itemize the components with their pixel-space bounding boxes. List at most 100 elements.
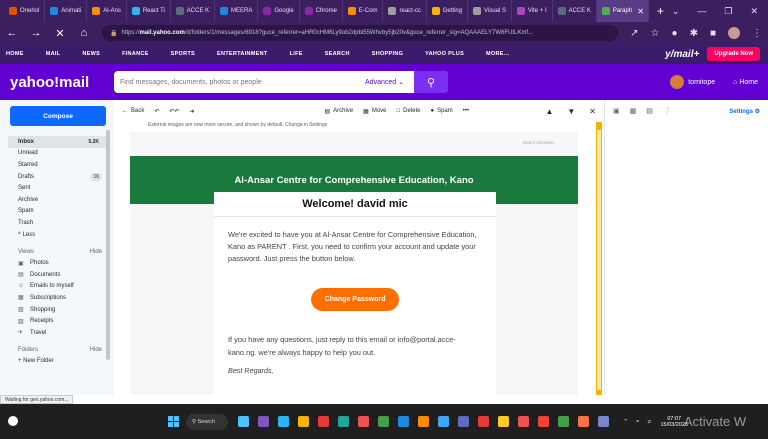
home-icon[interactable]: ⌂ xyxy=(78,27,90,39)
taskbar-search[interactable]: ⚲ Search xyxy=(186,413,228,430)
sidebar-view[interactable]: ▨ Receipts xyxy=(8,315,106,327)
minimize-button[interactable]: — xyxy=(697,6,706,16)
move-button[interactable]: ▦ Move xyxy=(363,108,386,115)
sidebar-view[interactable]: ☺ Emails to myself xyxy=(8,281,106,293)
browser-tab[interactable]: Google xyxy=(258,0,300,22)
yahoo-nav-item[interactable]: ENTERTAINMENT xyxy=(217,51,268,57)
yahoo-nav-item[interactable]: HOME xyxy=(6,51,24,57)
taskbar-app-icon[interactable] xyxy=(478,416,489,427)
taskbar-app-icon[interactable] xyxy=(318,416,329,427)
home-link[interactable]: ⌂ Home xyxy=(733,79,758,86)
browser-tab[interactable]: Vite + I xyxy=(512,0,553,22)
yahoo-nav-item[interactable]: MAIL xyxy=(46,51,61,57)
browser-tab[interactable]: React Ti xyxy=(127,0,171,22)
views-hide-link[interactable]: Hide xyxy=(90,249,102,255)
sidebar-folder[interactable]: Sent xyxy=(8,182,106,194)
tab-close-icon[interactable]: ✕ xyxy=(637,7,644,16)
yahoo-mail-plus-logo[interactable]: y/mail+ xyxy=(665,49,699,60)
weather-widget-icon[interactable] xyxy=(8,416,18,426)
back-button[interactable]: ← Back xyxy=(122,108,144,114)
restore-button[interactable]: ❐ xyxy=(724,6,732,17)
browser-tab[interactable]: Getting xyxy=(427,0,469,22)
taskbar-app-icon[interactable] xyxy=(578,416,589,427)
settings-button[interactable]: Settings ⚙ xyxy=(729,108,760,115)
extension-icon[interactable]: ● xyxy=(672,28,678,39)
browser-tab[interactable]: Chrome xyxy=(300,0,343,22)
yahoo-nav-item[interactable]: MORE... xyxy=(486,51,509,57)
taskbar-app-icon[interactable] xyxy=(458,416,469,427)
puzzle-icon[interactable]: ✱ xyxy=(690,28,698,39)
sidebar-view[interactable]: ▧ Shopping xyxy=(8,304,106,316)
sidebar-view[interactable]: ✈ Travel xyxy=(8,327,106,339)
scrollbar-thumb[interactable] xyxy=(597,130,601,390)
contacts-icon[interactable]: ▣ xyxy=(613,107,620,115)
previous-message-icon[interactable]: ▲ xyxy=(545,107,553,116)
taskbar-app-icon[interactable] xyxy=(378,416,389,427)
view-in-browser-link[interactable]: View in browser xyxy=(522,140,554,145)
profile-avatar[interactable] xyxy=(728,27,740,39)
browser-tab[interactable]: Onehol xyxy=(4,0,46,22)
help-icon[interactable]: ❔ xyxy=(663,107,672,115)
yahoo-nav-item[interactable]: SPORTS xyxy=(171,51,195,57)
taskbar-app-icon[interactable] xyxy=(598,416,609,427)
sidebar-view[interactable]: ▦ Subscriptions xyxy=(8,292,106,304)
yahoo-nav-item[interactable]: SEARCH xyxy=(325,51,350,57)
taskbar-app-icon[interactable] xyxy=(438,416,449,427)
taskbar-app-icon[interactable] xyxy=(538,416,549,427)
wifi-icon[interactable]: ≈ xyxy=(636,419,639,425)
sidebar-folder[interactable]: Unread xyxy=(8,148,106,160)
sidebar-folder[interactable]: Drafts 16 xyxy=(8,171,106,183)
forward-icon[interactable]: ➜ xyxy=(189,108,194,115)
sidebar-folder[interactable]: Inbox 5.2K xyxy=(8,136,106,148)
new-folder-link[interactable]: + New Folder xyxy=(8,356,106,368)
sidebar-folder[interactable]: Archive xyxy=(8,194,106,206)
menu-kebab-icon[interactable]: ⋮ xyxy=(752,28,762,39)
reply-all-icon[interactable]: ↶↶ xyxy=(169,108,179,115)
url-input[interactable]: 🔒 https://mail.yahoo.com/d/folders/1/mes… xyxy=(102,25,619,41)
taskbar-app-icon[interactable] xyxy=(278,416,289,427)
notepad-icon[interactable]: ▤ xyxy=(646,107,653,115)
sidebar-folder[interactable]: Spam xyxy=(8,206,106,218)
sidebar-view[interactable]: ▤ Documents xyxy=(8,269,106,281)
user-menu[interactable]: tomitope xyxy=(670,75,715,89)
taskbar-app-icon[interactable] xyxy=(518,416,529,427)
advanced-search-toggle[interactable]: Advanced ⌄ xyxy=(365,78,404,86)
compose-button[interactable]: Compose xyxy=(10,106,106,126)
sidebar-scrollbar[interactable] xyxy=(106,130,110,360)
taskbar-app-icon[interactable] xyxy=(418,416,429,427)
star-icon[interactable]: ☆ xyxy=(651,28,660,39)
browser-tab[interactable]: Al-Ans xyxy=(87,0,127,22)
yahoo-nav-item[interactable]: NEWS xyxy=(82,51,100,57)
sidebar-folder[interactable]: Starred xyxy=(8,159,106,171)
back-arrow-icon[interactable]: ← xyxy=(6,27,18,39)
taskbar-app-icon[interactable] xyxy=(398,416,409,427)
sidebar-icon[interactable]: ■ xyxy=(710,28,716,39)
forward-arrow-icon[interactable]: → xyxy=(30,27,42,39)
yahoo-nav-item[interactable]: SHOPPING xyxy=(372,51,403,57)
share-icon[interactable]: ↗ xyxy=(630,28,638,39)
archive-button[interactable]: ▤ Archive xyxy=(324,108,353,115)
browser-tab[interactable]: ACCE K xyxy=(171,0,216,22)
spam-button[interactable]: ● Spam xyxy=(430,108,452,114)
taskbar-app-icon[interactable] xyxy=(338,416,349,427)
calendar-icon[interactable]: ▦ xyxy=(630,107,637,115)
sidebar-folder[interactable]: Trash xyxy=(8,217,106,229)
taskbar-app-icon[interactable] xyxy=(258,416,269,427)
reply-icon[interactable]: ↶ xyxy=(154,108,159,115)
browser-tab[interactable]: ACCE K xyxy=(553,0,597,22)
browser-tab[interactable]: Visual S xyxy=(468,0,512,22)
chevron-down-icon[interactable]: ⌄ xyxy=(672,6,680,17)
message-scrollbar[interactable] xyxy=(596,122,602,395)
tray-chevron-icon[interactable]: ⌃ xyxy=(623,419,628,425)
browser-tab[interactable]: Animati xyxy=(45,0,88,22)
taskbar-app-icon[interactable] xyxy=(358,416,369,427)
browser-tab[interactable]: MEERA xyxy=(215,0,259,22)
sidebar-view[interactable]: ▣ Photos xyxy=(8,257,106,269)
new-tab-button[interactable]: + xyxy=(649,4,672,18)
more-actions-button[interactable]: ••• xyxy=(463,108,469,114)
close-message-icon[interactable]: ✕ xyxy=(589,107,596,116)
folders-hide-link[interactable]: Hide xyxy=(90,347,102,353)
sidebar-folder[interactable]: ^ Less xyxy=(8,229,106,241)
taskbar-app-icon[interactable] xyxy=(298,416,309,427)
taskbar-app-icon[interactable] xyxy=(498,416,509,427)
